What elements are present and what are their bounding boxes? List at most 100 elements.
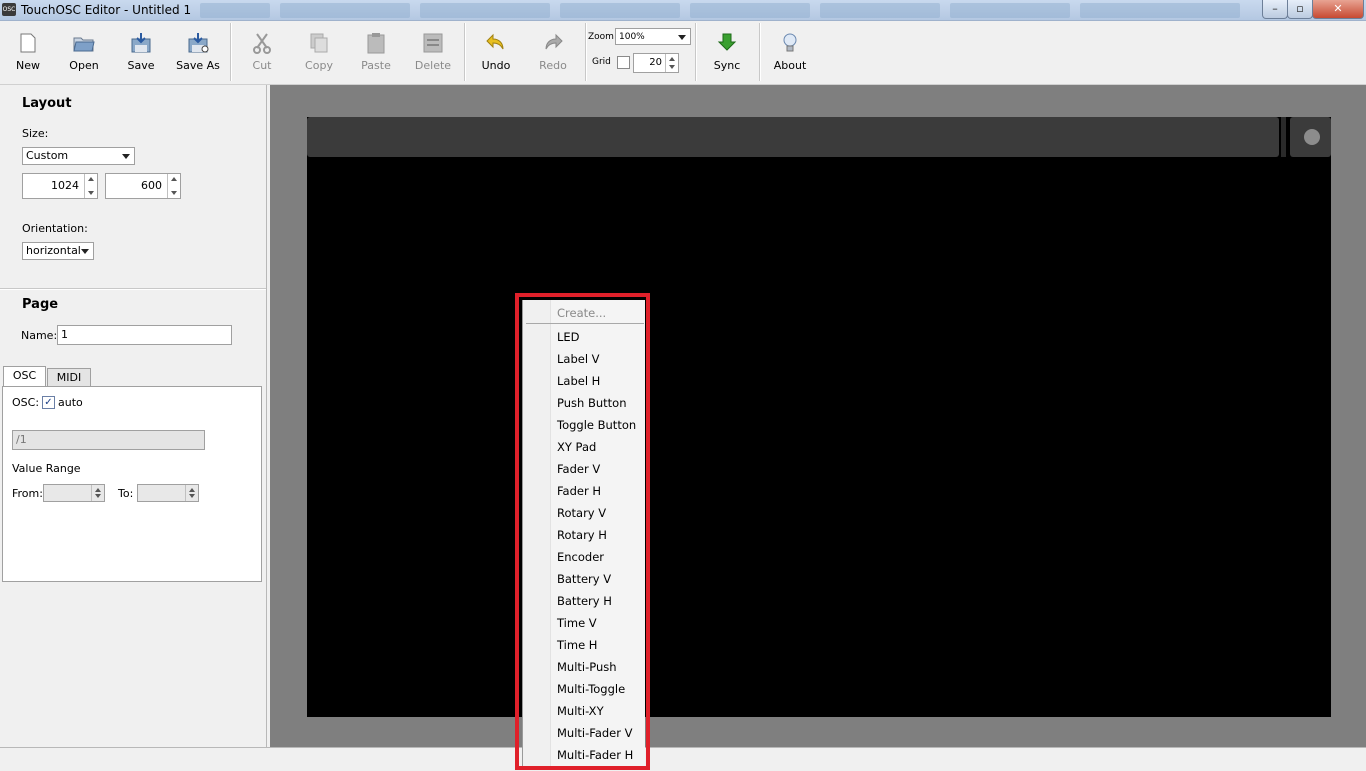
- osc-label: OSC:: [12, 396, 40, 409]
- save-button[interactable]: Save: [113, 21, 169, 83]
- orientation-label: Orientation:: [22, 222, 88, 235]
- undo-button[interactable]: Undo: [468, 21, 524, 83]
- new-label: New: [16, 59, 40, 72]
- save-icon: [131, 33, 151, 53]
- spinner-arrows-icon[interactable]: [167, 174, 180, 198]
- canvas-area[interactable]: [270, 85, 1366, 747]
- copy-label: Copy: [305, 59, 333, 72]
- open-label: Open: [69, 59, 99, 72]
- open-button[interactable]: Open: [56, 21, 112, 83]
- open-folder-icon: [73, 37, 95, 52]
- size-value: Custom: [26, 149, 69, 162]
- undo-label: Undo: [481, 59, 511, 72]
- tab-osc[interactable]: OSC: [3, 366, 46, 387]
- size-select[interactable]: Custom: [22, 147, 135, 165]
- spinner-arrows-icon[interactable]: [665, 54, 678, 72]
- name-label: Name:: [21, 329, 58, 342]
- device-canvas[interactable]: [307, 117, 1331, 717]
- cut-label: Cut: [252, 59, 272, 72]
- section-divider: [0, 288, 266, 290]
- taskbar-blur: [1080, 3, 1240, 18]
- spinner-arrows-icon[interactable]: [91, 485, 104, 501]
- taskbar-blur: [560, 3, 680, 18]
- from-label: From:: [12, 487, 43, 500]
- orientation-value: horizontal: [26, 244, 81, 257]
- taskbar-blur: [950, 3, 1070, 18]
- chevron-down-icon: [81, 249, 89, 254]
- tab-midi[interactable]: MIDI: [47, 368, 91, 387]
- to-label: To:: [118, 487, 134, 500]
- tab-panel: [2, 386, 262, 582]
- grid-size-stepper[interactable]: 20: [633, 53, 679, 73]
- sync-down-arrow-icon: [717, 33, 737, 51]
- about-label: About: [773, 59, 807, 72]
- copy-icon: [310, 33, 328, 53]
- zoom-value: 100%: [619, 32, 645, 42]
- layout-title: Layout: [22, 96, 72, 111]
- height-stepper[interactable]: 600: [105, 173, 181, 199]
- width-stepper[interactable]: 1024: [22, 173, 98, 199]
- osc-auto-label: auto: [58, 396, 83, 409]
- from-stepper[interactable]: [43, 484, 105, 502]
- zoom-label: Zoom: [588, 32, 614, 42]
- grid-label: Grid: [592, 57, 611, 67]
- cut-button[interactable]: Cut: [234, 21, 290, 83]
- taskbar-blur: [280, 3, 410, 18]
- status-bar: [0, 747, 1366, 771]
- page-title: Page: [22, 297, 59, 312]
- about-button[interactable]: About: [762, 21, 818, 83]
- paste-icon: [367, 33, 385, 54]
- undo-arrow-icon: [486, 33, 504, 50]
- taskbar-blur: [200, 3, 270, 18]
- chevron-down-icon: [678, 35, 686, 40]
- toolbar-separator: [464, 23, 466, 81]
- save-as-label: Save As: [176, 59, 220, 72]
- page-name-input[interactable]: 1: [57, 325, 232, 345]
- scissors-icon: [253, 33, 271, 54]
- spinner-arrows-icon[interactable]: [84, 174, 97, 198]
- save-label: Save: [127, 59, 155, 72]
- value-range-label: Value Range: [12, 462, 81, 475]
- sync-label: Sync: [713, 59, 741, 72]
- maximize-button[interactable]: ▫: [1287, 0, 1313, 19]
- taskbar-blur: [820, 3, 940, 18]
- delete-button[interactable]: Delete: [405, 21, 461, 83]
- close-button[interactable]: ✕: [1312, 0, 1364, 19]
- orientation-select[interactable]: horizontal: [22, 242, 94, 260]
- osc-address-input[interactable]: /1: [12, 430, 205, 450]
- delete-icon: [423, 33, 443, 53]
- taskbar-blur: [420, 3, 550, 18]
- toolbar: New Open Save Save As Cut Copy Paste Del…: [0, 21, 1366, 85]
- toolbar-separator: [695, 23, 697, 81]
- save-as-button[interactable]: Save As: [170, 21, 226, 83]
- window-title: TouchOSC Editor - Untitled 1: [21, 3, 192, 17]
- height-value: 600: [141, 179, 162, 192]
- toolbar-separator: [585, 23, 587, 81]
- width-value: 1024: [51, 179, 79, 192]
- save-as-icon: [188, 33, 209, 53]
- chevron-down-icon: [122, 154, 130, 159]
- copy-button[interactable]: Copy: [291, 21, 347, 83]
- properties-panel: Layout Size: Custom 1024 600 Orientation…: [0, 85, 267, 747]
- size-label: Size:: [22, 127, 49, 140]
- new-file-icon: [20, 33, 36, 53]
- page-tab-bar[interactable]: [307, 117, 1279, 157]
- page-indicator-dot-icon: [1304, 129, 1320, 145]
- paste-button[interactable]: Paste: [348, 21, 404, 83]
- taskbar-blur: [690, 3, 810, 18]
- page-switch-button[interactable]: [1290, 117, 1331, 157]
- osc-auto-checkbox[interactable]: ✓: [42, 396, 55, 409]
- page-tab-bar-divider: [1281, 117, 1286, 157]
- grid-checkbox[interactable]: [617, 56, 630, 69]
- grid-size-value: 20: [649, 57, 662, 68]
- toolbar-separator: [230, 23, 232, 81]
- zoom-select[interactable]: 100%: [615, 28, 691, 45]
- new-button[interactable]: New: [0, 21, 56, 83]
- title-bar: OSC TouchOSC Editor - Untitled 1 – ▫ ✕: [0, 0, 1366, 21]
- lightbulb-icon: [783, 33, 797, 52]
- redo-button[interactable]: Redo: [525, 21, 581, 83]
- sync-button[interactable]: Sync: [699, 21, 755, 83]
- spinner-arrows-icon[interactable]: [185, 485, 198, 501]
- to-stepper[interactable]: [137, 484, 199, 502]
- minimize-button[interactable]: –: [1262, 0, 1288, 19]
